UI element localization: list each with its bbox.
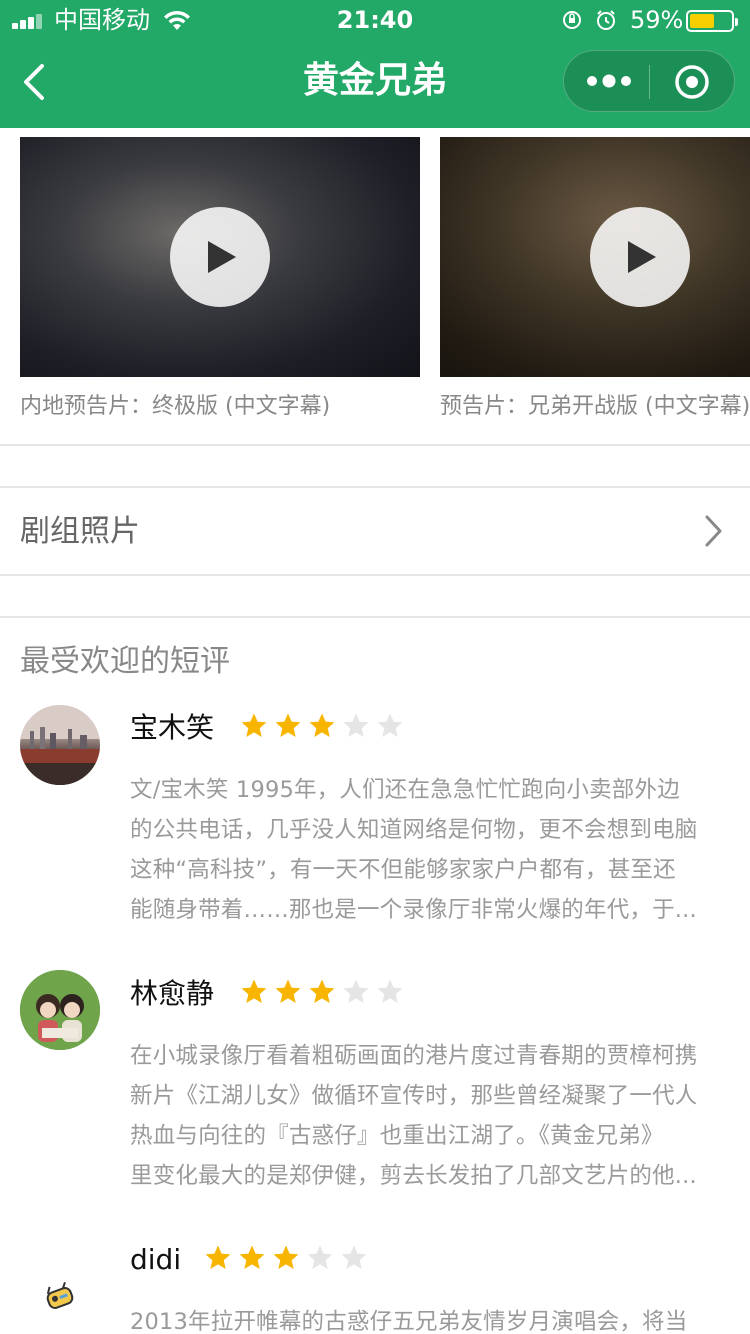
review-line: 文/宝木笑 1995年，人们还在急急忙忙跑向小卖部外边 — [130, 777, 680, 803]
section-divider — [0, 444, 750, 446]
review-line: 新片《江湖儿女》做循环宣传时，那些曾经凝聚了一代人 — [130, 1083, 698, 1109]
star-filled-icon — [309, 713, 335, 737]
star-empty-icon — [343, 713, 369, 737]
star-filled-icon — [275, 979, 301, 1003]
avatar[interactable] — [20, 705, 100, 785]
reviewer-name[interactable]: 林愈静 — [130, 976, 214, 1012]
review-line: 的公共电话，几乎没人知道网络是何物，更不会想到电脑 — [130, 817, 698, 843]
lock-alarm-icons — [563, 10, 615, 30]
star-empty-icon — [377, 979, 403, 1003]
avatar[interactable] — [20, 970, 100, 1050]
section-divider — [0, 616, 750, 618]
review-line: 里变化最大的是郑伊健，剪去长发拍了几部文艺片的他... — [130, 1163, 697, 1189]
star-filled-icon — [309, 979, 335, 1003]
review-text[interactable]: 在小城录像厅看着粗砺画面的港片度过青春期的贾樟柯携 新片《江湖儿女》做循环宣传时… — [130, 1036, 730, 1196]
review-line: 2013年拉开帷幕的古惑仔五兄弟友情岁月演唱会，将当 — [130, 1309, 688, 1334]
avatar-image — [20, 970, 100, 1050]
review-line: 在小城录像厅看着粗砺画面的港片度过青春期的贾樟柯携 — [130, 1043, 698, 1069]
nav-bar: 黄金兄弟 — [0, 40, 750, 128]
reviewer-name[interactable]: didi — [130, 1242, 181, 1278]
battery-icon — [686, 10, 738, 32]
rating-stars — [240, 978, 410, 1008]
star-filled-icon — [275, 713, 301, 737]
play-icon — [208, 241, 236, 273]
star-empty-icon — [343, 979, 369, 1003]
play-button[interactable] — [170, 207, 270, 307]
trailer-card[interactable]: 内地预告片：终极版 (中文字幕) — [20, 137, 420, 421]
review-line: 能随身带着……那也是一个录像厅非常火爆的年代，于... — [130, 897, 697, 923]
reviewer-name[interactable]: 宝木笑 — [130, 710, 214, 746]
capsule-divider — [649, 65, 650, 99]
review-text[interactable]: 文/宝木笑 1995年，人们还在急急忙忙跑向小卖部外边 的公共电话，几乎没人知道… — [130, 770, 730, 930]
crew-photos-title: 剧组照片 — [20, 514, 140, 549]
top-bar: 中国移动 21:40 59% 黄金兄弟 — [0, 0, 750, 128]
trailer-thumbnail[interactable] — [440, 137, 750, 377]
review-line: 热血与向往的『古惑仔』也重出江湖了。《黄金兄弟》 — [130, 1123, 664, 1149]
review-text[interactable]: 2013年拉开帷幕的古惑仔五兄弟友情岁月演唱会，将当 — [130, 1302, 730, 1334]
trailer-caption: 内地预告片：终极版 (中文字幕) — [20, 394, 331, 419]
trailer-thumbnail[interactable] — [20, 137, 420, 377]
play-icon — [628, 241, 656, 273]
play-button[interactable] — [590, 207, 690, 307]
star-filled-icon — [241, 713, 267, 737]
crew-photos-row[interactable]: 剧组照片 — [0, 488, 750, 576]
star-filled-icon — [241, 979, 267, 1003]
trailer-caption: 预告片：兄弟开战版 (中文字幕) — [440, 394, 750, 419]
close-target-icon[interactable] — [674, 64, 710, 100]
reviews-section-title: 最受欢迎的短评 — [20, 644, 230, 679]
star-empty-icon — [377, 713, 403, 737]
star-empty-icon — [307, 1245, 333, 1269]
rating-stars — [240, 712, 410, 742]
trailer-carousel[interactable]: 内地预告片：终极版 (中文字幕) 预告片：兄弟开战版 (中文字幕) — [0, 128, 750, 446]
avatar-image — [20, 1258, 100, 1334]
star-filled-icon — [273, 1245, 299, 1269]
review-line: 这种“高科技”，有一天不但能够家家户户都有，甚至还 — [130, 857, 676, 883]
star-filled-icon — [205, 1245, 231, 1269]
section-divider — [0, 574, 750, 576]
more-icon[interactable] — [584, 66, 634, 96]
avatar[interactable] — [20, 1258, 100, 1334]
star-filled-icon — [239, 1245, 265, 1269]
avatar-image — [20, 705, 100, 785]
status-bar: 中国移动 21:40 59% — [0, 0, 750, 40]
chevron-right-icon — [705, 515, 722, 547]
mini-program-capsule — [563, 50, 735, 112]
trailer-card[interactable]: 预告片：兄弟开战版 (中文字幕) — [440, 137, 750, 421]
rating-stars — [204, 1244, 374, 1274]
star-empty-icon — [341, 1245, 367, 1269]
battery-percent: 59% — [630, 6, 684, 34]
